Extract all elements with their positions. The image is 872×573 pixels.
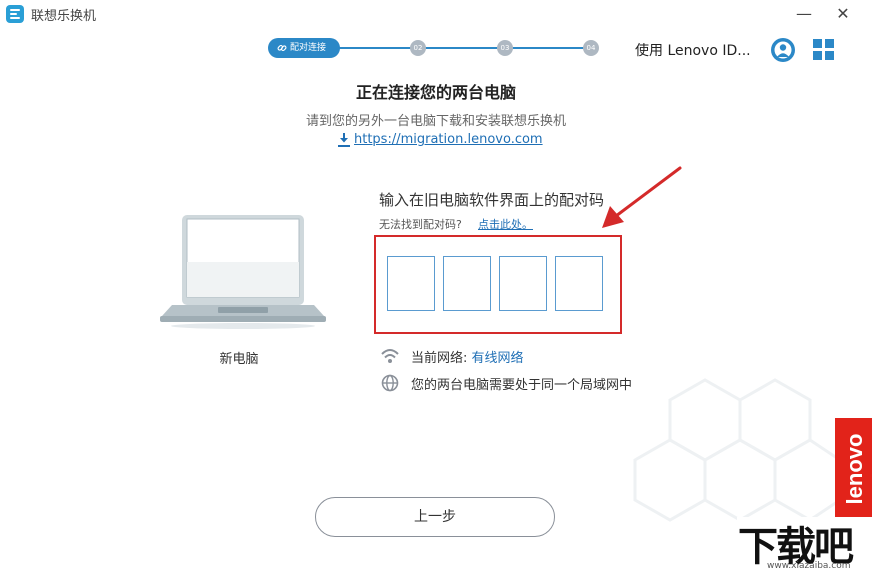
same-lan-note: 您的两台电脑需要处于同一个局域网中 <box>411 378 633 393</box>
page-title: 正在连接您的两台电脑 <box>355 83 516 102</box>
lenovo-brand-tab: lenovo <box>835 418 872 520</box>
step-active-pairing: 配对连接 <box>268 38 340 58</box>
grid-menu-icon[interactable] <box>813 39 835 61</box>
cant-find-code-text: 无法找到配对码? <box>379 218 462 231</box>
page-subtitle: 请到您的另外一台电脑下载和安装联想乐换机 <box>305 114 566 129</box>
wifi-icon <box>381 349 399 363</box>
download-url-link[interactable]: https://migration.lenovo.com <box>354 132 543 147</box>
lenovo-id-login-link[interactable]: 使用 Lenovo ID... <box>635 40 751 60</box>
link-icon <box>277 45 287 51</box>
pairing-code-input-2[interactable] <box>443 256 491 311</box>
step-dot-03: 03 <box>497 40 513 56</box>
back-button[interactable]: 上一步 <box>315 497 555 537</box>
globe-icon <box>381 374 399 392</box>
current-network-value: 有线网络 <box>471 351 524 366</box>
laptop-icon <box>160 215 326 329</box>
pairing-code-input-3[interactable] <box>499 256 547 311</box>
arrow-annotation <box>602 166 682 228</box>
step-active-label: 配对连接 <box>290 43 327 53</box>
app-icon <box>6 5 24 23</box>
pairing-code-input-4[interactable] <box>555 256 603 311</box>
download-icon <box>338 133 350 147</box>
stepper-track <box>328 47 590 49</box>
pairing-code-input-1[interactable] <box>387 256 435 311</box>
close-button[interactable]: ✕ <box>829 2 857 26</box>
step-dot-02: 02 <box>410 40 426 56</box>
progress-stepper: 配对连接 02 03 04 <box>268 38 600 58</box>
current-network-label: 当前网络: <box>411 351 468 366</box>
click-here-link[interactable]: 点击此处。 <box>478 216 533 232</box>
new-pc-label: 新电脑 <box>219 352 259 367</box>
pairing-code-title: 输入在旧电脑软件界面上的配对码 <box>379 191 605 209</box>
window-title: 联想乐换机 <box>31 9 97 24</box>
current-network-text: 当前网络: 有线网络 <box>411 347 524 366</box>
title-bar: 联想乐换机 — ✕ <box>0 0 872 30</box>
step-dot-04: 04 <box>583 40 599 56</box>
watermark-url: www.xiazaiba.com <box>767 561 851 571</box>
user-icon[interactable] <box>771 38 795 62</box>
lenovo-logo: lenovo <box>842 433 867 505</box>
minimize-button[interactable]: — <box>790 2 818 26</box>
